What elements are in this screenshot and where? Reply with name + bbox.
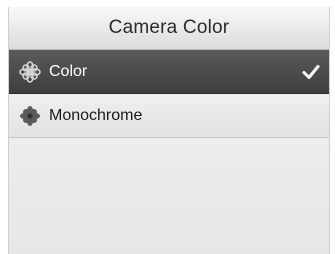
- option-monochrome[interactable]: Monochrome: [9, 94, 329, 138]
- option-label: Monochrome: [49, 106, 143, 124]
- checkmark-icon: [301, 62, 321, 82]
- empty-list-area: [9, 138, 329, 254]
- monochrome-flower-icon: [19, 105, 41, 127]
- camera-color-screen: Camera Color Color Monochrome: [8, 7, 330, 254]
- page-title: Camera Color: [108, 17, 230, 38]
- color-flower-icon: [19, 60, 41, 83]
- option-color[interactable]: Color: [9, 50, 329, 94]
- option-label: Color: [49, 62, 88, 80]
- header: Camera Color: [9, 7, 329, 50]
